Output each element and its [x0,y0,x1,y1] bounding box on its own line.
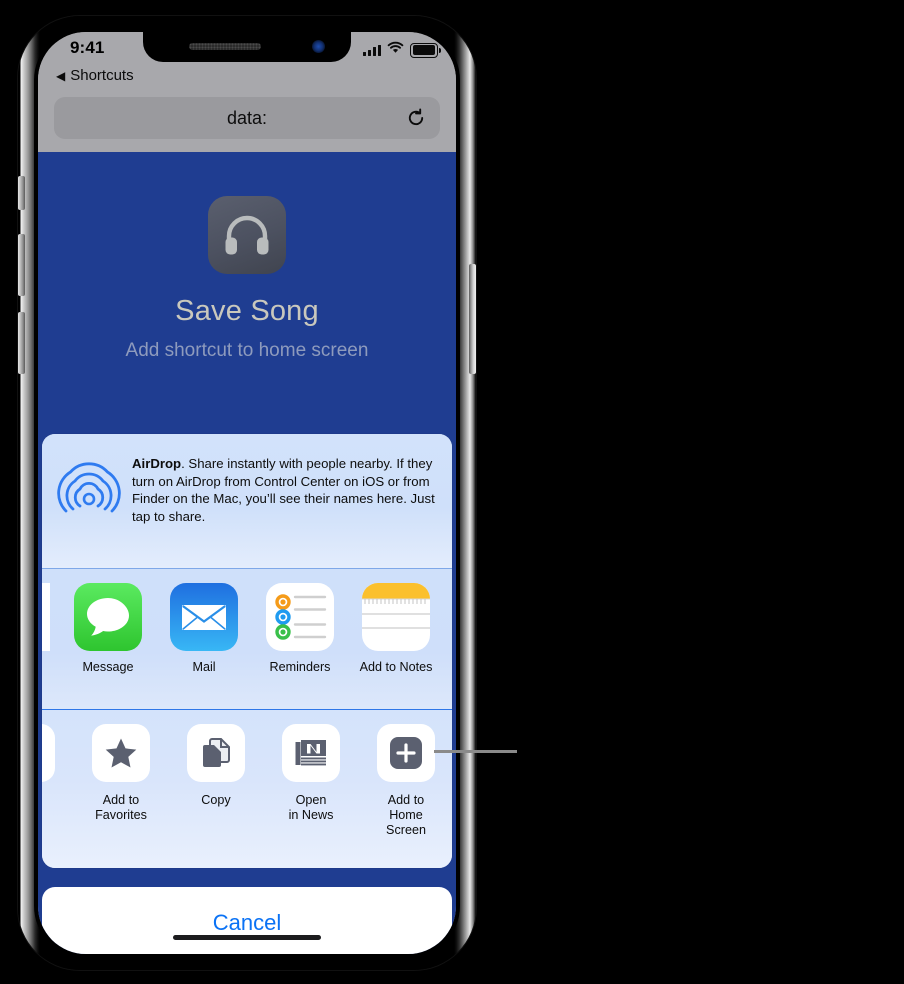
mail-icon [170,583,238,651]
cellular-bars-icon [363,44,381,56]
notes-icon [362,583,430,651]
share-target-reminders[interactable]: Reminders [262,583,338,675]
share-target-label: Add to Notes [359,660,433,674]
power-button[interactable] [469,264,476,374]
front-camera-icon [312,40,325,53]
action-add-to-home-screen[interactable]: Add to Home Screen [368,724,444,838]
url-bar-container: data: [38,90,456,152]
reload-icon[interactable] [406,108,426,128]
share-apps-row[interactable]: Message Mail Reminders Add to Notes [42,569,452,710]
share-target-notes[interactable]: Add to Notes [358,583,434,675]
silent-switch-button[interactable] [18,176,25,210]
airdrop-panel[interactable]: AirDrop. Share instantly with people nea… [42,434,452,569]
star-icon [92,724,150,782]
status-icons [363,41,442,59]
volume-up-button[interactable] [18,234,25,296]
page-subtitle: Add shortcut to home screen [125,340,369,361]
share-target-label: Mail [192,660,216,674]
earpiece-speaker-icon [189,43,261,50]
action-add-to-favorites[interactable]: Add to Favorites [83,724,159,823]
share-sheet: AirDrop. Share instantly with people nea… [42,434,452,868]
share-actions-row[interactable]: k Add to Favorites [42,710,452,868]
cancel-label: Cancel [212,910,282,935]
home-indicator[interactable] [173,934,321,940]
action-copy[interactable]: Copy [178,724,254,808]
page-title: Save Song [175,295,319,327]
volume-down-button[interactable] [18,312,25,374]
wifi-icon [387,41,404,59]
battery-icon [410,42,442,58]
copy-icon [187,724,245,782]
partial-action-bookmark[interactable]: k [42,724,64,808]
action-label: Open in News [288,793,334,822]
hero-section: Save Song Add shortcut to home screen [38,152,456,424]
action-label: Add to Home Screen [386,793,426,837]
share-target-label: Message [82,660,134,674]
bookmark-icon [42,724,55,782]
airdrop-description: AirDrop. Share instantly with people nea… [132,452,436,525]
partial-app-icon[interactable] [42,583,50,651]
phone-frame: 9:41 ◀ Shortcuts data: Save Song Add sho… [18,16,476,970]
back-row: ◀ Shortcuts [38,66,456,90]
action-open-in-news[interactable]: Open in News [273,724,349,823]
callout-line [434,750,517,753]
phone-screen: 9:41 ◀ Shortcuts data: Save Song Add sho… [38,32,456,954]
share-target-message[interactable]: Message [70,583,146,675]
back-link-label: Shortcuts [70,67,134,84]
news-icon [282,724,340,782]
share-target-label: Reminders [269,660,331,674]
airdrop-icon [56,454,122,520]
cancel-button[interactable]: Cancel [42,887,452,954]
back-to-shortcuts-link[interactable]: ◀ Shortcuts [56,67,134,84]
url-input[interactable]: data: [54,97,440,139]
messages-icon [74,583,142,651]
web-page-content: Save Song Add shortcut to home screen Ai… [38,152,456,954]
url-text: data: [226,107,268,128]
airdrop-title: AirDrop [132,456,182,471]
plus-icon [377,724,435,782]
reminders-icon [266,583,334,651]
headphones-icon [208,196,286,274]
status-time: 9:41 [70,38,105,57]
share-target-mail[interactable]: Mail [166,583,242,675]
notch [143,32,351,62]
back-caret-icon: ◀ [56,68,66,83]
action-label: Add to Favorites [95,793,147,822]
action-label: Copy [201,793,231,807]
